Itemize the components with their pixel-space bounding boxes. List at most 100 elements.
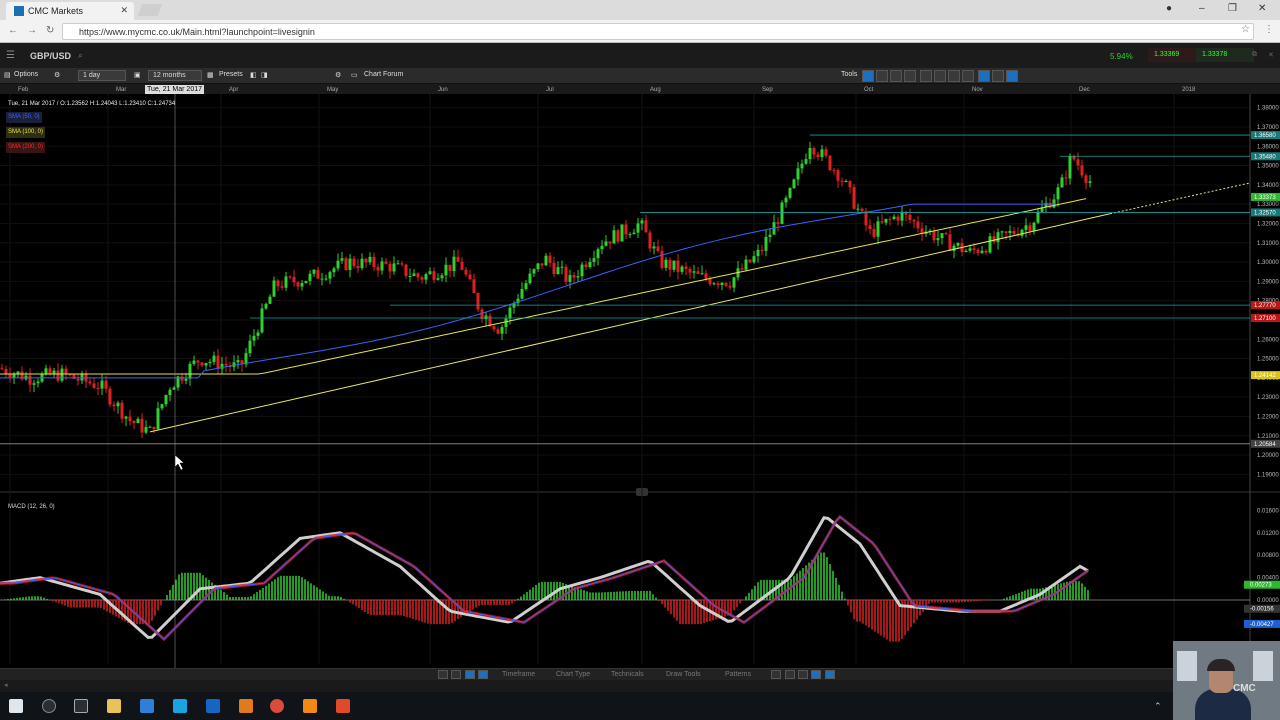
zoom-in-icon[interactable] (798, 670, 808, 679)
cursor-icon[interactable] (478, 670, 488, 679)
chart-bottom-bar: Timeframe Chart Type Technicals Draw Too… (0, 668, 1280, 680)
layout-icon[interactable]: ◧ (250, 71, 257, 79)
presets-button[interactable]: Presets (219, 71, 243, 78)
bookmark-star-icon[interactable]: ☆ (1241, 24, 1250, 35)
vertical-line-tool[interactable] (920, 70, 932, 82)
scroll-left-icon[interactable]: ◂ (4, 681, 8, 689)
chart-scrollbar[interactable]: ◂ (0, 680, 1280, 692)
search-icon[interactable]: ⌕ (78, 50, 83, 61)
detach-icon[interactable]: ⧉ (1252, 51, 1257, 59)
candle-body (296, 282, 300, 287)
url-input[interactable]: https://www.mycmc.co.uk/Main.html?launch… (62, 23, 1254, 40)
draw-tools-tab[interactable]: Draw Tools (666, 671, 701, 678)
tools-button[interactable]: Tools (841, 71, 857, 78)
candle-body (376, 266, 380, 271)
buy-price-box[interactable]: 1.33378 (1196, 48, 1254, 62)
search-taskbar-icon[interactable] (42, 699, 56, 713)
technicals-tab[interactable]: Technicals (611, 671, 644, 678)
menu-icon[interactable]: ☰ (6, 50, 15, 61)
sma100-tag[interactable]: SMA (100, 0) (6, 127, 46, 138)
windows-start-icon[interactable] (9, 699, 23, 713)
sma200-tag[interactable]: SMA (200, 0) (6, 142, 46, 153)
cmc-app-icon[interactable] (336, 699, 350, 713)
options-button[interactable]: Options (14, 71, 38, 78)
chat-icon[interactable]: ▭ (351, 71, 358, 79)
chart-type-tab[interactable]: Chart Type (556, 671, 590, 678)
restore-icon[interactable]: ❐ (1228, 3, 1237, 14)
patterns-tab[interactable]: Patterns (725, 671, 751, 678)
candle-body (588, 261, 592, 268)
interval-select[interactable]: 1 day (78, 70, 126, 81)
minimize-icon[interactable]: – (1199, 3, 1205, 14)
candle-body (1052, 199, 1056, 208)
candle-body (8, 374, 12, 378)
zoom-out-icon[interactable] (785, 670, 795, 679)
candle-body (224, 363, 228, 366)
candle-body (288, 276, 292, 278)
task-view-icon[interactable] (74, 699, 88, 713)
timeframe-tab[interactable]: Timeframe (502, 671, 535, 678)
vlc-icon[interactable] (303, 699, 317, 713)
price-flag-label: 1.36580 (1254, 133, 1276, 139)
crosshair-tool[interactable] (862, 70, 874, 82)
webcam-window-pane (1177, 651, 1197, 681)
percent-tool[interactable] (876, 70, 888, 82)
grid-tool[interactable] (904, 70, 916, 82)
candle-body (292, 276, 296, 283)
chart-canvas[interactable]: Feb Mar Apr May Jun Jul Aug Sep Oct Nov Dec 2018 1.3… (0, 84, 1280, 668)
range-select[interactable]: 12 months (148, 70, 202, 81)
forward-icon[interactable]: → (27, 25, 37, 36)
browser-menu-icon[interactable]: ⋮ (1264, 24, 1274, 35)
back-icon[interactable]: ← (8, 25, 18, 36)
skype-icon[interactable] (173, 699, 187, 713)
zoom-icon[interactable] (771, 670, 781, 679)
profile-icon[interactable]: ● (1166, 3, 1172, 14)
settings-icon[interactable]: ⚙ (54, 71, 60, 79)
file-explorer-icon[interactable] (107, 699, 121, 713)
print-tool[interactable] (992, 70, 1004, 82)
candle-body (864, 211, 868, 226)
draw-tool[interactable] (1006, 70, 1018, 82)
close-window-icon[interactable]: ✕ (1258, 3, 1266, 14)
lock-icon[interactable]: ▣ (134, 71, 141, 79)
horizontal-line-tool[interactable] (934, 70, 946, 82)
app-orange-icon[interactable] (239, 699, 253, 713)
options-icon[interactable]: ▤ (4, 71, 11, 79)
instrument-title[interactable]: GBP/USD (30, 51, 71, 61)
candle-body (720, 282, 724, 285)
gear-icon[interactable]: ⚙ (335, 71, 341, 79)
candle-body (276, 280, 280, 287)
candle-body (732, 277, 736, 288)
layout-alt-icon[interactable]: ◨ (261, 71, 268, 79)
browser-tab[interactable]: CMC Markets ✕ (6, 2, 134, 20)
new-tab-button[interactable] (137, 4, 163, 16)
reload-icon[interactable]: ↻ (46, 25, 54, 36)
chrome-icon[interactable] (270, 699, 284, 713)
close-tab-icon[interactable]: ✕ (120, 5, 128, 16)
browser-tab-strip: CMC Markets ✕ ● – ❐ ✕ (0, 0, 1280, 20)
trendline-tool[interactable] (948, 70, 960, 82)
fit-icon[interactable] (811, 670, 821, 679)
close-chart-icon[interactable]: ✕ (1268, 51, 1274, 59)
tray-chevron-icon[interactable]: ⌃ (1154, 701, 1162, 712)
table-icon[interactable] (825, 670, 835, 679)
macd-tick-label: 0.00800 (1257, 553, 1279, 559)
price-chart-panel[interactable]: Feb Mar Apr May Jun Jul Aug Sep Oct Nov Dec 2018 1.3… (0, 84, 1280, 668)
macd-label[interactable]: MACD (12, 26, 0) (8, 504, 55, 510)
undo-icon[interactable] (451, 670, 461, 679)
text-tool[interactable] (890, 70, 902, 82)
ie-icon[interactable] (140, 699, 154, 713)
candle-body (812, 148, 816, 155)
reset-icon[interactable] (438, 670, 448, 679)
channel-tool[interactable] (962, 70, 974, 82)
candle-body (64, 368, 68, 375)
candle-body (464, 269, 468, 275)
trendline-extension (1109, 182, 1251, 215)
calendar-icon[interactable]: ▦ (207, 71, 214, 79)
magnet-tool[interactable] (978, 70, 990, 82)
candle-body (460, 261, 464, 270)
chart-forum-button[interactable]: Chart Forum (364, 71, 403, 78)
outlook-icon[interactable] (206, 699, 220, 713)
pen-icon[interactable] (465, 670, 475, 679)
sma50-tag[interactable]: SMA (50, 0) (6, 112, 42, 123)
